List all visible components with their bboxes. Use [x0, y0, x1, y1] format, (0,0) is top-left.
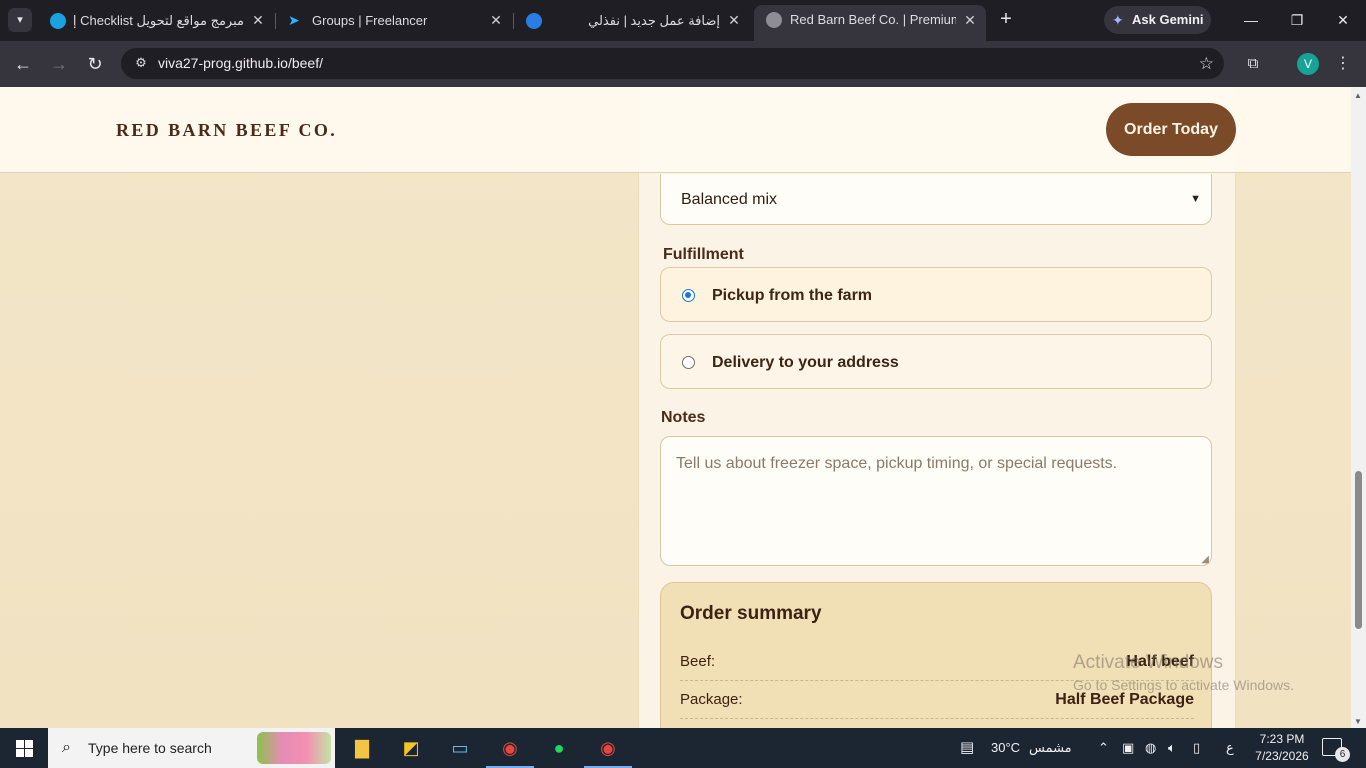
sticky-notes-icon[interactable]: ◩ [387, 728, 435, 768]
tab-close-icon[interactable]: ✕ [726, 6, 742, 35]
input-language[interactable]: ع [1226, 728, 1234, 768]
chrome-menu-icon[interactable]: ⋮ [1333, 53, 1353, 75]
tab-close-icon[interactable]: ✕ [962, 5, 978, 35]
tab-label: مبرمج مواقع لتحويل Checklist إل [74, 13, 244, 28]
fulfillment-label: Fulfillment [663, 246, 744, 263]
activate-windows-subtitle: Go to Settings to activate Windows. [1073, 677, 1294, 693]
extensions-puzzle-icon[interactable]: ⧉ [1242, 53, 1264, 75]
summary-title: Order summary [680, 603, 822, 624]
new-tab-button[interactable]: + [994, 8, 1018, 32]
tab-freelancer[interactable]: ➤ Groups | Freelancer ✕ [276, 6, 512, 35]
tab-label: Groups | Freelancer [312, 13, 428, 28]
forward-arrow-icon[interactable]: → [46, 51, 72, 77]
notification-badge: 6 [1335, 747, 1350, 762]
activate-windows-title: Activate Windows [1073, 652, 1223, 673]
notes-label: Notes [661, 409, 706, 426]
taskbar-search-box[interactable]: ⌕ Type here to search [48, 728, 335, 768]
bookmark-star-icon[interactable]: ☆ [1199, 48, 1214, 79]
network-icon[interactable]: ◍ [1145, 728, 1156, 768]
clock-time: 7:23 PM [1259, 732, 1305, 746]
taskbar-clock[interactable]: 7:23 PM 7/23/2026 [1247, 731, 1317, 765]
back-arrow-icon[interactable]: ← [10, 51, 36, 77]
gemini-sparkle-icon: ✦ [1112, 12, 1124, 28]
radio-button[interactable] [682, 356, 695, 369]
globe-icon [766, 12, 782, 28]
scrollbar-thumb[interactable] [1355, 471, 1362, 629]
file-explorer-icon[interactable]: ▇ [338, 728, 386, 768]
notification-center-icon[interactable]: 6 [1322, 738, 1350, 762]
battery-icon[interactable]: ▯ [1193, 728, 1200, 768]
chrome-icon[interactable]: ◉ [486, 728, 534, 768]
tab-label: إضافة عمل جديد | نفذلي [588, 13, 720, 28]
weather-condition[interactable]: مشمس [1029, 728, 1072, 768]
brand-logo[interactable]: RED BARN BEEF CO. [116, 87, 337, 173]
site-header: RED BARN BEEF CO. Order Today [0, 87, 1351, 173]
restore-button[interactable]: ❐ [1274, 0, 1320, 40]
bundle-select[interactable]: Balanced mix ▼ [660, 174, 1212, 225]
ask-gemini-label: Ask Gemini [1132, 12, 1204, 27]
page-viewport: Balanced mix ▼ Fulfillment Pickup from t… [0, 87, 1351, 728]
nafezly-icon [526, 13, 542, 29]
url-text[interactable]: viva27-prog.github.io/beef/ [158, 48, 323, 79]
notes-textarea[interactable]: Tell us about freezer space, pickup timi… [660, 436, 1212, 566]
radio-label: Delivery to your address [712, 354, 899, 371]
windows-start-icon[interactable] [0, 728, 48, 768]
tab-search-button[interactable]: ▾ [8, 8, 32, 32]
tab-red-barn-beef[interactable]: Red Barn Beef Co. | Premium Fa ✕ [754, 5, 986, 41]
meet-now-icon[interactable]: ▣ [1122, 728, 1134, 768]
tab-checklist[interactable]: مبرمج مواقع لتحويل Checklist إل ✕ [38, 6, 274, 35]
order-today-button[interactable]: Order Today [1106, 103, 1236, 156]
summary-key: Beef: [680, 653, 716, 670]
search-highlight-image [257, 732, 331, 764]
browser-tab-strip: ▾ مبرمج مواقع لتحويل Checklist إل ✕ ➤ Gr… [0, 0, 1366, 41]
tab-label: Red Barn Beef Co. | Premium Fa [790, 12, 956, 27]
address-bar[interactable]: ⚙ viva27-prog.github.io/beef/ ☆ [121, 48, 1224, 79]
tab-close-icon[interactable]: ✕ [250, 6, 266, 35]
chevron-up-icon[interactable]: ⌃ [1098, 728, 1109, 768]
weather-icon[interactable]: ▤ [960, 728, 974, 768]
radio-label: Pickup from the farm [712, 287, 873, 304]
radio-button-checked[interactable] [682, 289, 695, 302]
select-value: Balanced mix [681, 191, 778, 208]
chrome-profile-icon[interactable]: ◉ [584, 728, 632, 768]
summary-key: Package: [680, 691, 743, 708]
spotify-icon[interactable]: ● [535, 728, 583, 768]
close-window-button[interactable]: ✕ [1320, 0, 1366, 40]
tab-nafezly[interactable]: إضافة عمل جديد | نفذلي ✕ [514, 6, 750, 35]
browser-toolbar: ← → ↻ ⚙ viva27-prog.github.io/beef/ ☆ ⧉ … [0, 41, 1366, 87]
freelancer-bird-icon: ➤ [288, 12, 300, 28]
search-icon: ⌕ [62, 739, 71, 756]
ask-gemini-button[interactable]: ✦ Ask Gemini [1104, 6, 1211, 34]
tab-favicon-icon [50, 13, 66, 29]
clock-date: 7/23/2026 [1255, 749, 1309, 763]
page-scrollbar[interactable]: ▲ ▼ [1351, 87, 1366, 728]
scroll-down-icon[interactable]: ▼ [1354, 717, 1362, 726]
weather-temp[interactable]: 30°C [991, 728, 1020, 768]
chevron-down-icon: ▼ [1190, 193, 1201, 205]
laptop-app-icon[interactable]: ▭ [436, 728, 484, 768]
scroll-up-icon[interactable]: ▲ [1354, 91, 1362, 100]
radio-option-pickup[interactable]: Pickup from the farm [660, 267, 1212, 322]
search-placeholder: Type here to search [88, 740, 212, 756]
resize-handle-icon[interactable]: ◢ [1201, 554, 1209, 565]
profile-avatar[interactable]: V [1297, 53, 1319, 75]
radio-option-delivery[interactable]: Delivery to your address [660, 334, 1212, 389]
minimize-button[interactable]: — [1228, 0, 1274, 40]
reload-icon[interactable]: ↻ [82, 51, 108, 77]
windows-taskbar: ⌕ Type here to search ▇ ◩ ▭ ◉ ● ◉ ▤ 30°C… [0, 728, 1366, 768]
notes-placeholder: Tell us about freezer space, pickup timi… [676, 455, 1118, 472]
tab-close-icon[interactable]: ✕ [488, 6, 504, 35]
site-info-icon[interactable]: ⚙ [130, 52, 152, 74]
volume-icon[interactable]: 🔈︎ [1168, 728, 1176, 768]
